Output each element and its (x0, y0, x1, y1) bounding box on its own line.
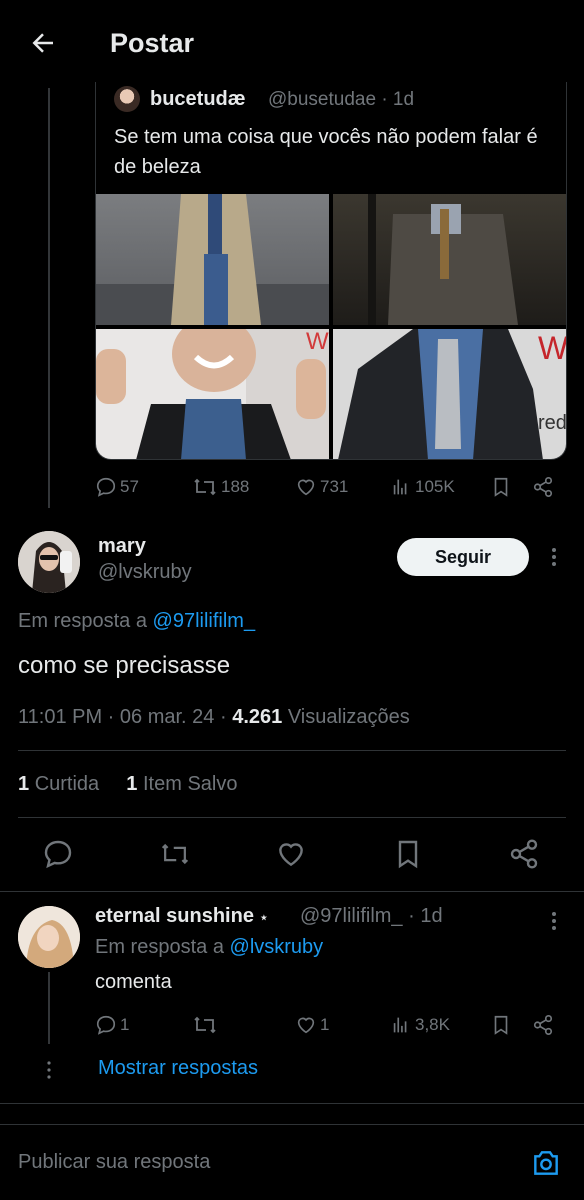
reply-prefix: Em resposta a (95, 936, 224, 958)
quoted-photo-grid: W W red (96, 194, 567, 459)
bookmark-icon (494, 477, 508, 497)
quoted-like-button[interactable]: 731 (295, 474, 348, 500)
share-icon (533, 1015, 553, 1035)
top-bar: Postar (0, 0, 584, 88)
photo-4[interactable]: W red (333, 329, 567, 459)
reply-icon (96, 477, 116, 497)
photo-2[interactable] (333, 194, 566, 325)
likes-stat[interactable]: 1 Curtida (18, 773, 99, 795)
svg-text:W: W (306, 329, 329, 355)
quoted-repost-button[interactable]: 188 (192, 474, 249, 500)
reply-author-avatar[interactable] (18, 906, 80, 968)
divider (18, 817, 566, 818)
share-icon (533, 477, 553, 497)
repost-button[interactable] (159, 838, 191, 870)
reply-count: 1 (120, 1015, 130, 1034)
reply-repost-button[interactable] (192, 1012, 221, 1038)
reply-views-button[interactable]: 3,8K (390, 1012, 450, 1038)
svg-text:red: red (538, 412, 567, 434)
reply-to-link[interactable]: @lvskruby (230, 936, 324, 958)
reply-like-button[interactable]: 1 (295, 1012, 329, 1038)
share-button[interactable] (508, 838, 540, 870)
back-arrow-icon[interactable] (28, 28, 58, 58)
reply-prefix: Em resposta a (18, 610, 147, 632)
post-stats: 1 Curtida 1 Item Salvo (18, 773, 237, 796)
star-badge-icon: ⋆ (259, 909, 269, 925)
repost-count: 188 (221, 477, 250, 496)
reply-context: Em resposta a @97lilifilm_ (18, 610, 255, 633)
reply-icon (44, 840, 72, 869)
quoted-bookmark-button[interactable] (490, 474, 515, 500)
quoted-post-card[interactable]: bucetudæ @busetudae · 1d Se tem uma cois… (95, 82, 567, 460)
heart-icon (297, 479, 315, 496)
bookmark-icon (494, 1015, 508, 1035)
svg-text:W: W (538, 330, 567, 366)
reply-icon (96, 1015, 116, 1035)
reply-count: 57 (120, 477, 139, 496)
like-button[interactable] (275, 838, 307, 870)
reply-composer: Publicar sua resposta (0, 1124, 584, 1200)
share-icon (510, 839, 538, 869)
reply-context: Em resposta a @lvskruby (95, 936, 323, 959)
reply-bookmark-button[interactable] (490, 1012, 515, 1038)
author-name[interactable]: mary (98, 535, 146, 558)
reply-to-link[interactable]: @97lilifilm_ (153, 610, 256, 632)
page-title: Postar (110, 28, 195, 58)
post-text: como se precisasse (18, 652, 231, 679)
author-handle[interactable]: @lvskruby (98, 561, 192, 584)
post-meta: 11:01 PM · 06 mar. 24 · 4.261 Visualizaç… (18, 706, 410, 728)
quoted-share-button[interactable] (532, 474, 557, 500)
heart-icon (279, 843, 303, 867)
quoted-views-button[interactable]: 105K (390, 474, 455, 500)
reply-share-button[interactable] (532, 1012, 557, 1038)
thread-line (48, 88, 50, 508)
bookmark-icon (398, 840, 418, 869)
heart-icon (297, 1017, 315, 1034)
post-time[interactable]: 11:01 PM (18, 706, 102, 728)
bookmark-button[interactable] (392, 838, 424, 870)
views-count: 3,8K (415, 1015, 450, 1034)
quoted-author-name: bucetudæ (150, 88, 246, 110)
post-action-bar (0, 838, 584, 872)
divider (0, 891, 584, 892)
divider (18, 750, 566, 751)
views-icon (393, 479, 407, 495)
reply-button[interactable] (42, 838, 74, 870)
quoted-author-handle: @busetudae · 1d (268, 89, 415, 110)
reply-text: comenta (95, 971, 172, 993)
divider (0, 1103, 584, 1104)
follow-button[interactable]: Seguir (397, 538, 529, 576)
saves-stat[interactable]: 1 Item Salvo (126, 773, 237, 795)
quoted-author-avatar (114, 86, 140, 112)
reply-thread-line (48, 972, 50, 1044)
photo-3[interactable]: W (96, 329, 329, 459)
reply-author-name[interactable]: eternal sunshine ⋆ (95, 905, 268, 928)
repost-icon (194, 478, 216, 496)
repost-icon (194, 1016, 216, 1034)
photo-1[interactable] (96, 194, 329, 325)
more-options-icon[interactable] (548, 546, 560, 568)
like-count: 731 (320, 477, 349, 496)
views-icon (393, 1017, 407, 1033)
thread-dots-icon (46, 1060, 52, 1080)
quoted-post-text: Se tem uma coisa que vocês não podem fal… (114, 126, 538, 178)
views-label: Visualizações (287, 706, 410, 728)
post-date[interactable]: 06 mar. 24 (120, 706, 215, 728)
like-count: 1 (320, 1015, 330, 1034)
author-avatar[interactable] (18, 531, 80, 593)
reply-reply-button[interactable]: 1 (95, 1012, 129, 1038)
views-count: 105K (415, 477, 455, 496)
show-replies-link[interactable]: Mostrar respostas (98, 1057, 258, 1080)
reply-input[interactable]: Publicar sua resposta (18, 1151, 210, 1174)
views-count: 4.261 (232, 706, 283, 728)
reply-more-options-icon[interactable] (548, 910, 560, 932)
repost-icon (161, 843, 189, 865)
reply-author-handle[interactable]: @97lilifilm_ · 1d (300, 905, 443, 928)
camera-icon[interactable] (530, 1147, 562, 1179)
quoted-reply-button[interactable]: 57 (95, 474, 139, 500)
